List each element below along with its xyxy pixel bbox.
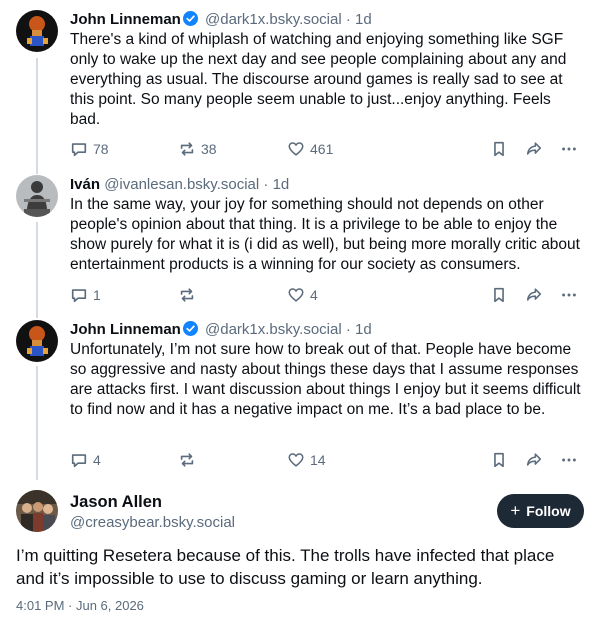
avatar[interactable] — [16, 10, 58, 52]
thread-post[interactable]: Iván @ivanlesan.bsky.social · 1d In the … — [0, 175, 600, 315]
reply-button[interactable]: 4 — [70, 451, 101, 469]
like-count: 461 — [310, 141, 334, 157]
avatar[interactable] — [16, 320, 58, 362]
bookmark-icon — [494, 141, 504, 157]
post-header: Iván @ivanlesan.bsky.social · 1d — [70, 175, 289, 195]
main-post-timestamp[interactable]: 4:01 PM · Jun 6, 2026 — [16, 598, 144, 613]
post-text: Unfortunately, I’m not sure how to break… — [70, 341, 581, 418]
like-count: 14 — [310, 452, 326, 468]
post-time[interactable]: 1d — [273, 176, 290, 193]
repost-icon — [180, 142, 194, 156]
repost-count: 38 — [201, 141, 217, 157]
author-handle[interactable]: @dark1x.bsky.social — [205, 11, 342, 28]
post-text: There's a kind of whiplash of watching a… — [70, 31, 567, 128]
more-options-button[interactable] — [560, 451, 578, 469]
reply-button[interactable]: 1 — [70, 286, 101, 304]
reply-icon — [71, 289, 87, 303]
separator: · — [263, 176, 269, 193]
bookmark-icon — [494, 287, 504, 303]
share-icon — [526, 453, 542, 466]
repost-button[interactable] — [178, 451, 201, 469]
heart-icon — [288, 142, 304, 156]
repost-icon — [180, 453, 194, 467]
like-count: 4 — [310, 287, 318, 303]
like-button[interactable]: 461 — [287, 140, 333, 158]
post-actions: 78 38 461 — [70, 140, 585, 160]
follow-button[interactable]: + Follow — [497, 494, 584, 528]
bookmark-icon — [494, 452, 504, 468]
author-name[interactable]: John Linneman — [70, 11, 181, 28]
avatar[interactable] — [16, 175, 58, 217]
author-name[interactable]: Iván — [70, 176, 100, 193]
verified-badge-icon — [182, 321, 198, 336]
repost-button[interactable] — [178, 286, 201, 304]
repost-icon — [180, 288, 194, 302]
share-button[interactable] — [525, 451, 543, 469]
post-header: John Linneman @dark1x.bsky.social · 1d — [70, 320, 372, 340]
post-time[interactable]: 1d — [355, 321, 372, 338]
share-button[interactable] — [525, 286, 543, 304]
author-name[interactable]: John Linneman — [70, 321, 181, 338]
repost-button[interactable]: 38 — [178, 140, 217, 158]
separator: · — [345, 321, 351, 338]
reply-count: 78 — [93, 141, 109, 157]
like-button[interactable]: 4 — [287, 286, 318, 304]
ellipsis-icon — [562, 293, 576, 297]
reply-icon — [71, 454, 87, 468]
main-post-avatar[interactable] — [16, 490, 58, 532]
bookmark-button[interactable] — [490, 286, 508, 304]
more-options-button[interactable] — [560, 140, 578, 158]
share-icon — [526, 288, 542, 301]
main-post-author-handle[interactable]: @creasybear.bsky.social — [70, 513, 235, 533]
share-button[interactable] — [525, 140, 543, 158]
author-handle[interactable]: @dark1x.bsky.social — [205, 321, 342, 338]
reply-icon — [71, 143, 87, 157]
reply-button[interactable]: 78 — [70, 140, 109, 158]
reply-count: 4 — [93, 452, 101, 468]
heart-icon — [288, 453, 304, 467]
post-actions: 4 14 — [70, 451, 585, 471]
post-actions: 1 4 — [70, 286, 585, 306]
post-time[interactable]: 1d — [355, 11, 372, 28]
main-post-text: I’m quitting Resetera because of this. T… — [16, 546, 555, 588]
ellipsis-icon — [562, 458, 576, 462]
post-text: In the same way, your joy for something … — [70, 196, 580, 273]
like-button[interactable]: 14 — [287, 451, 326, 469]
post-header: John Linneman @dark1x.bsky.social · 1d — [70, 10, 372, 30]
bookmark-button[interactable] — [490, 451, 508, 469]
ellipsis-icon — [562, 147, 576, 151]
main-post-author-name[interactable]: Jason Allen — [70, 492, 162, 512]
separator: · — [345, 11, 351, 28]
heart-icon — [288, 288, 304, 302]
share-icon — [526, 142, 542, 155]
bookmark-button[interactable] — [490, 140, 508, 158]
more-options-button[interactable] — [560, 286, 578, 304]
follow-label: Follow — [526, 503, 571, 519]
verified-badge-icon — [182, 11, 198, 26]
thread-post[interactable]: John Linneman @dark1x.bsky.social · 1d T… — [0, 10, 600, 170]
author-handle[interactable]: @ivanlesan.bsky.social — [104, 176, 259, 193]
plus-icon: + — [510, 501, 521, 520]
thread-post[interactable]: John Linneman @dark1x.bsky.social · 1d U… — [0, 320, 600, 480]
reply-count: 1 — [93, 287, 101, 303]
